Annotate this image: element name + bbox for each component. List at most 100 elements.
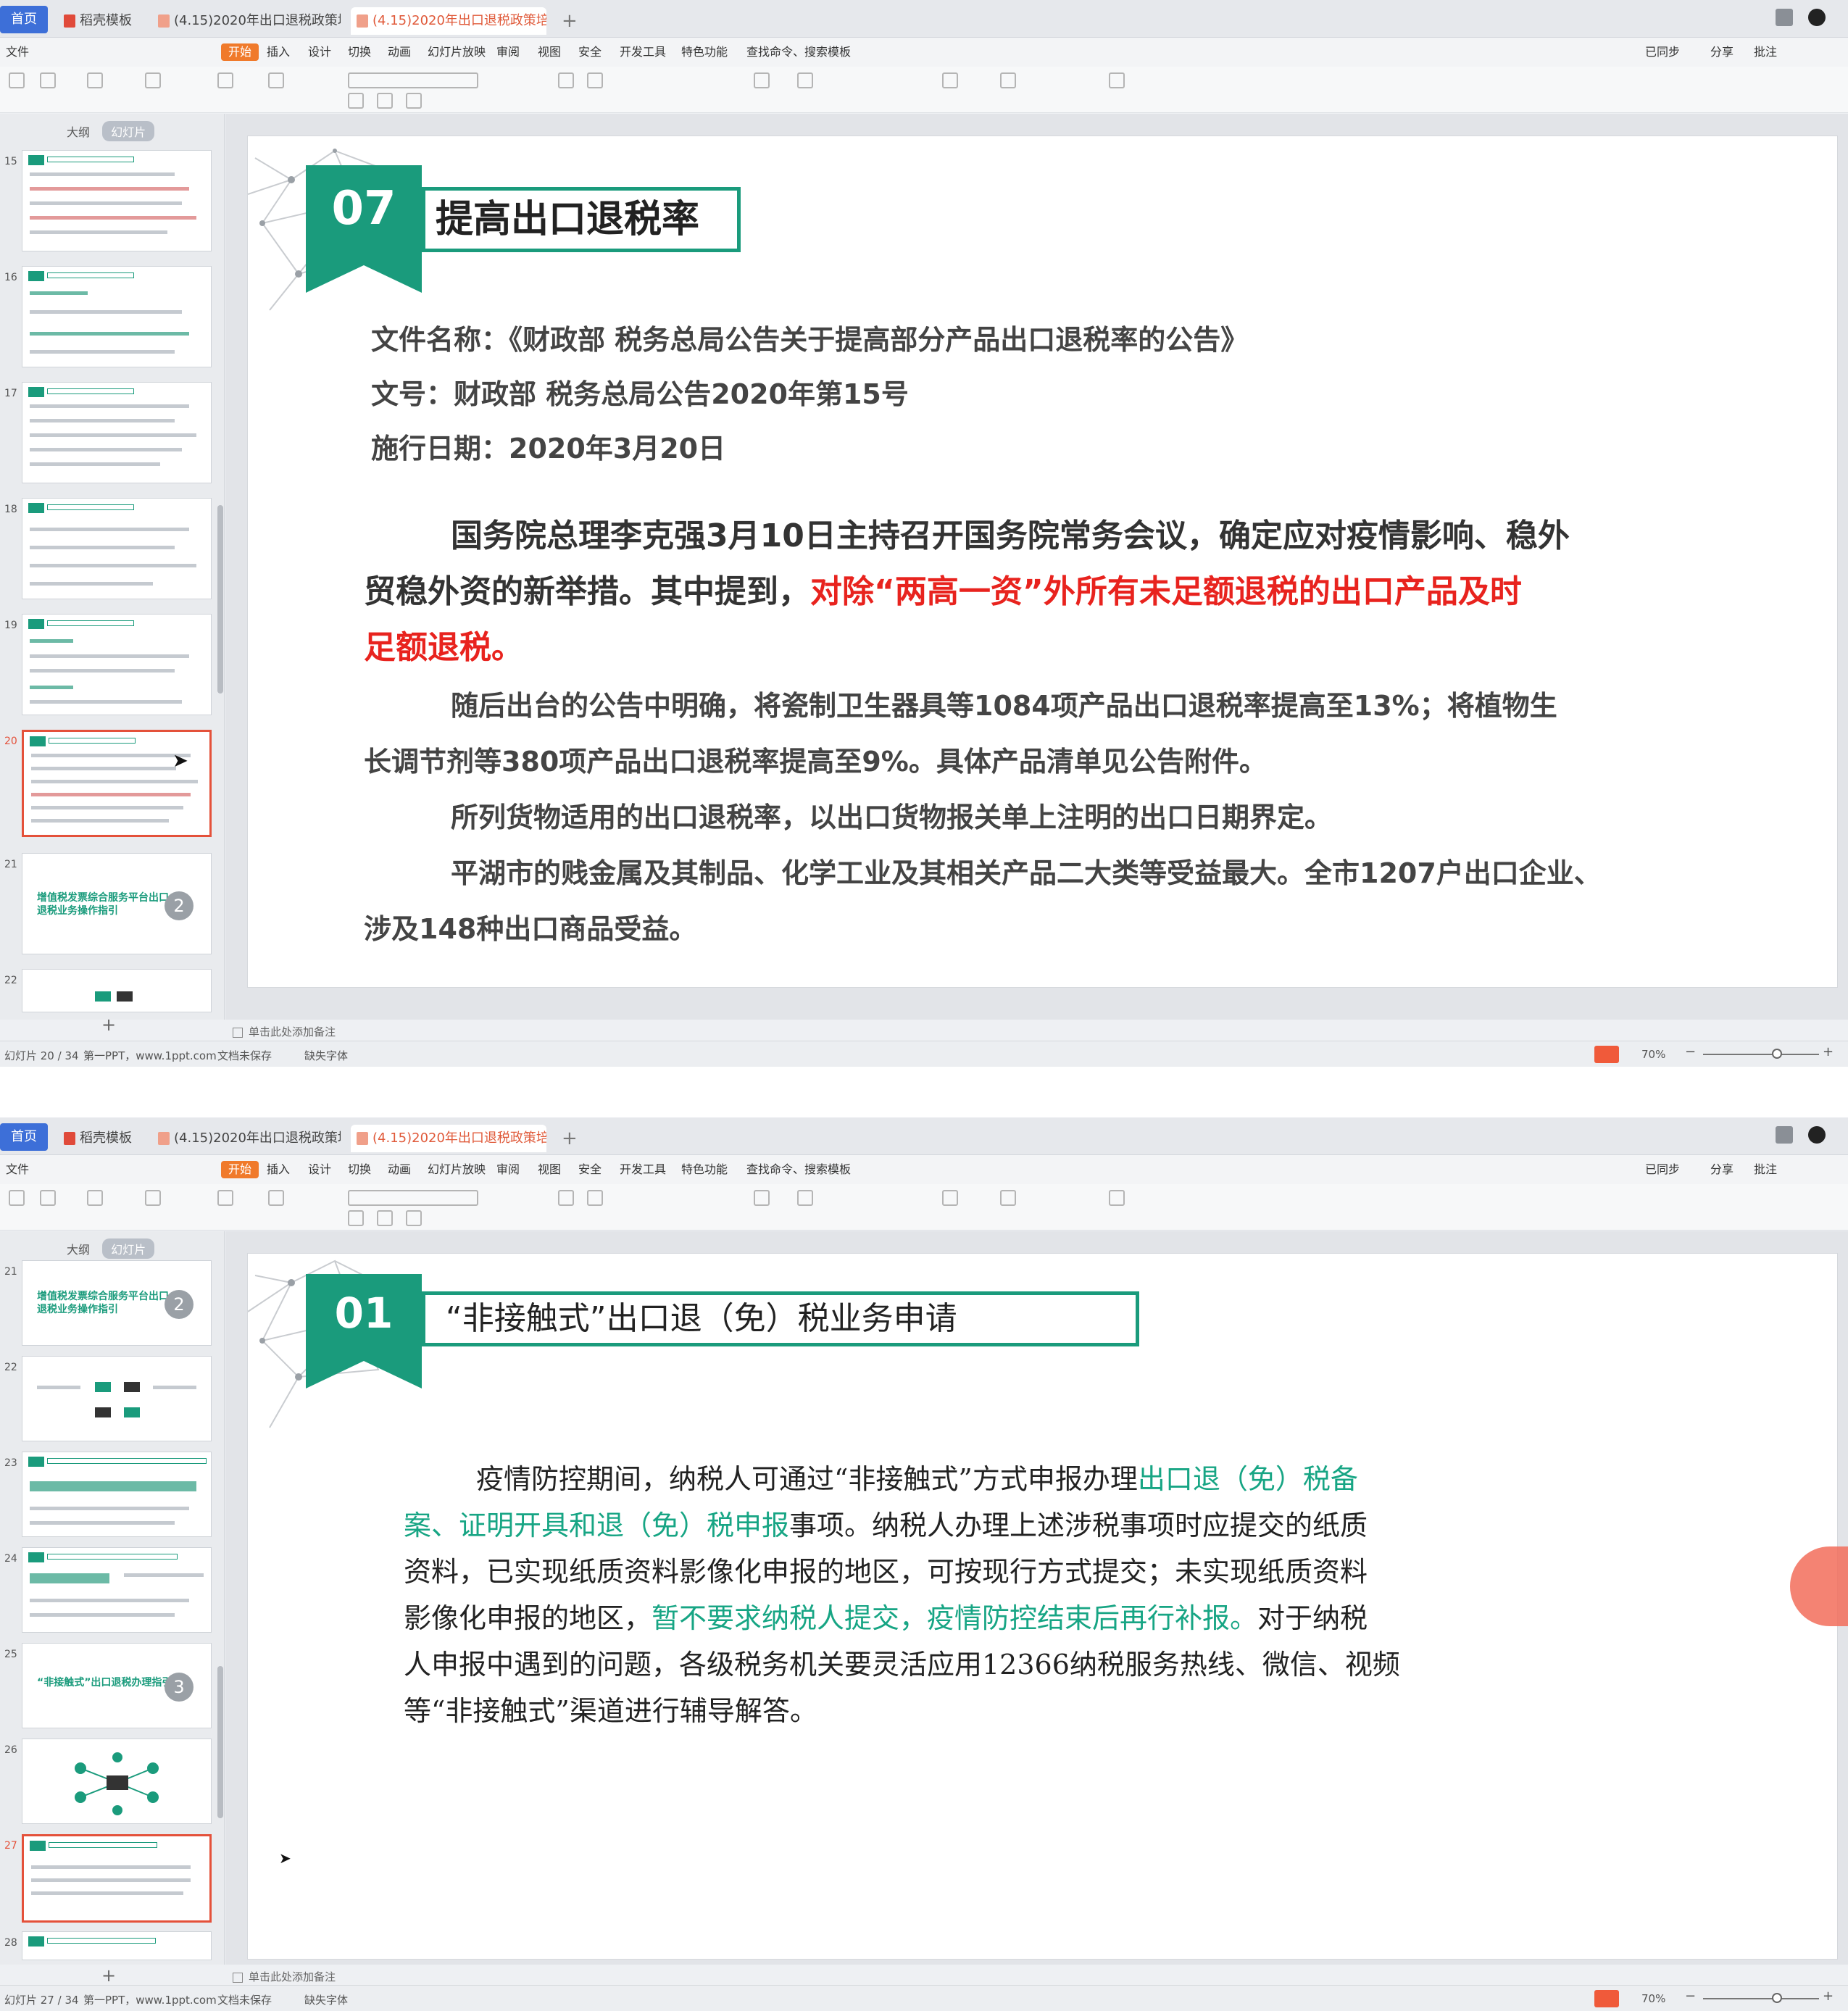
share-button[interactable]: 分享 — [1710, 1161, 1733, 1178]
window-layout-icon[interactable] — [1776, 9, 1793, 26]
find-icon[interactable] — [942, 72, 958, 88]
zoom-slider-track[interactable] — [1703, 1054, 1819, 1055]
new-tab-button[interactable]: + — [562, 7, 578, 35]
menu-view[interactable]: 视图 — [538, 43, 561, 61]
notes-pane[interactable]: 单击此处添加备注 — [225, 1965, 1848, 1986]
find-icon[interactable] — [942, 1190, 958, 1206]
backup-status[interactable]: 文档未保存 — [217, 1048, 272, 1063]
share-button[interactable]: 分享 — [1710, 43, 1733, 61]
textbox-icon[interactable] — [754, 1190, 770, 1206]
slide-thumbnail-28[interactable] — [22, 1931, 212, 1960]
notes-checkbox[interactable] — [233, 1027, 243, 1038]
zoom-out-button[interactable]: − — [1685, 1044, 1696, 1059]
menu-slideshow[interactable]: 幻灯片放映 — [428, 1161, 486, 1178]
slide-thumbnail-16[interactable] — [22, 266, 212, 367]
paste-icon[interactable] — [9, 1190, 25, 1206]
tab-outline[interactable]: 大纲 — [58, 1238, 99, 1259]
bullets-icon[interactable] — [558, 1190, 574, 1206]
slide-thumbnail-26[interactable] — [22, 1739, 212, 1824]
menu-transition[interactable]: 切换 — [348, 43, 371, 61]
menu-slideshow[interactable]: 幻灯片放映 — [428, 43, 486, 61]
slide-thumbnail-19[interactable] — [22, 614, 212, 715]
zoom-slider-knob[interactable] — [1772, 1049, 1782, 1059]
zoom-in-button[interactable]: + — [1823, 1044, 1834, 1059]
slide-thumbnail-24[interactable] — [22, 1547, 212, 1633]
bullets-icon[interactable] — [558, 72, 574, 88]
menu-home[interactable]: 开始 — [221, 43, 259, 61]
window-layout-icon[interactable] — [1776, 1126, 1793, 1144]
sync-status[interactable]: 已同步 — [1645, 43, 1680, 61]
comment-button[interactable]: 批注 — [1754, 43, 1777, 61]
menu-review[interactable]: 审阅 — [496, 43, 520, 61]
missing-font[interactable]: 缺失字体 — [304, 1992, 348, 2007]
reset-icon[interactable] — [268, 1190, 284, 1206]
cut-icon[interactable] — [40, 1190, 56, 1206]
slide-thumbnail-21[interactable]: 增值税发票综合服务平台出口退税业务操作指引 2 — [22, 1260, 212, 1346]
format-painter-icon[interactable] — [87, 1190, 103, 1206]
bold-icon[interactable] — [348, 93, 364, 109]
notes-checkbox[interactable] — [233, 1972, 243, 1983]
underline-icon[interactable] — [406, 93, 422, 109]
font-family-select[interactable] — [348, 72, 478, 88]
home-tab[interactable]: 首页 — [0, 1123, 48, 1151]
tab-outline[interactable]: 大纲 — [58, 121, 99, 141]
menu-review[interactable]: 审阅 — [496, 1161, 520, 1178]
new-slide-icon[interactable] — [145, 72, 161, 88]
numbering-icon[interactable] — [587, 1190, 603, 1206]
thumbnail-scrollbar[interactable] — [217, 1666, 223, 1818]
slide-thumbnail-17[interactable] — [22, 382, 212, 483]
add-slide-button[interactable]: + — [101, 1965, 116, 1986]
shape-icon[interactable] — [797, 1190, 813, 1206]
reset-icon[interactable] — [268, 72, 284, 88]
avatar[interactable] — [1808, 1126, 1826, 1144]
bold-icon[interactable] — [348, 1210, 364, 1226]
menu-animation[interactable]: 动画 — [388, 43, 411, 61]
missing-font[interactable]: 缺失字体 — [304, 1048, 348, 1063]
shape-icon[interactable] — [797, 72, 813, 88]
slide-thumbnail-23[interactable] — [22, 1452, 212, 1537]
menu-animation[interactable]: 动画 — [388, 1161, 411, 1178]
format-painter-icon[interactable] — [87, 72, 103, 88]
zoom-out-button[interactable]: − — [1685, 1989, 1696, 2004]
slide-canvas[interactable]: 07 提高出口退税率 文件名称：《财政部 税务总局公告关于提高部分产品出口退税率… — [247, 136, 1838, 988]
zoom-in-button[interactable]: + — [1823, 1989, 1834, 2004]
slide-thumbnail-27-selected[interactable] — [22, 1834, 212, 1923]
new-slide-icon[interactable] — [145, 1190, 161, 1206]
tab-slides[interactable]: 幻灯片 — [102, 121, 155, 141]
underline-icon[interactable] — [406, 1210, 422, 1226]
menu-security[interactable]: 安全 — [578, 1161, 602, 1178]
home-tab[interactable]: 首页 — [0, 6, 48, 33]
slide-thumbnail-15[interactable] — [22, 150, 212, 251]
menu-developer[interactable]: 开发工具 — [620, 43, 666, 61]
font-family-select[interactable] — [348, 1190, 478, 1206]
menu-file[interactable]: 文件 — [6, 1161, 29, 1178]
command-search[interactable]: 查找命令、搜索模板 — [746, 43, 851, 61]
menu-features[interactable]: 特色功能 — [681, 1161, 728, 1178]
menu-home[interactable]: 开始 — [221, 1161, 259, 1178]
slide-thumbnail-20-selected[interactable] — [22, 730, 212, 837]
tab-doc-2[interactable]: (4.15)2020年出口退税政策培训.ppt — [351, 7, 546, 35]
sync-status[interactable]: 已同步 — [1645, 1161, 1680, 1178]
italic-icon[interactable] — [377, 93, 393, 109]
layout-icon[interactable] — [217, 72, 233, 88]
add-slide-button[interactable]: + — [101, 1015, 116, 1035]
zoom-slider-track[interactable] — [1703, 1998, 1819, 1999]
backup-status[interactable]: 文档未保存 — [217, 1992, 272, 2007]
avatar[interactable] — [1808, 9, 1826, 26]
menu-developer[interactable]: 开发工具 — [620, 1161, 666, 1178]
play-slideshow-button[interactable] — [1594, 1990, 1619, 2007]
thumbnail-scrollbar[interactable] — [217, 505, 223, 694]
replace-icon[interactable] — [1000, 1190, 1016, 1206]
tab-doc-1[interactable]: (4.15)2020年出口退税政策培训.ppt — [152, 1125, 341, 1152]
menu-security[interactable]: 安全 — [578, 43, 602, 61]
slide-thumbnail-25[interactable]: “非接触式”出口退税办理指引 3 — [22, 1643, 212, 1728]
tab-template[interactable]: 稻壳模板 — [58, 7, 145, 35]
menu-design[interactable]: 设计 — [308, 1161, 331, 1178]
menu-features[interactable]: 特色功能 — [681, 43, 728, 61]
paste-icon[interactable] — [9, 72, 25, 88]
menu-view[interactable]: 视图 — [538, 1161, 561, 1178]
slide-thumbnail-21[interactable]: 增值税发票综合服务平台出口退税业务操作指引 2 — [22, 853, 212, 954]
play-slideshow-button[interactable] — [1594, 1046, 1619, 1063]
textbox-icon[interactable] — [754, 72, 770, 88]
slide-thumbnail-22[interactable] — [22, 1356, 212, 1441]
